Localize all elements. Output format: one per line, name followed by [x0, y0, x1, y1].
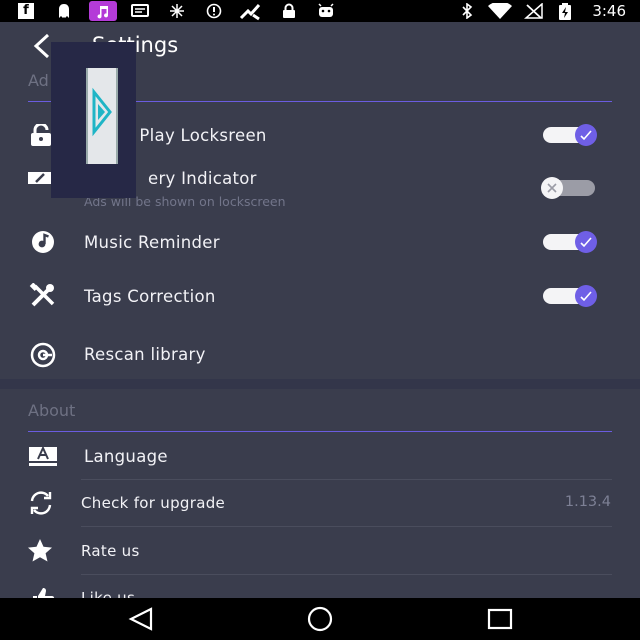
setting-label-music-reminder: Music Reminder — [84, 233, 220, 252]
row-divider — [81, 479, 612, 480]
app-logo-overlay — [51, 42, 136, 198]
back-nav-icon[interactable] — [127, 606, 155, 632]
app-logo — [86, 68, 118, 164]
star-icon — [27, 538, 57, 564]
section-divider — [28, 431, 612, 432]
status-clock: 3:46 — [592, 2, 626, 20]
section-header-general: Ad — [28, 71, 49, 90]
facebook-icon: f — [18, 3, 34, 19]
wifi-icon — [487, 1, 513, 20]
music-note-icon — [29, 229, 59, 255]
message-icon — [130, 3, 150, 19]
rescan-icon — [29, 342, 59, 368]
android-icon — [316, 3, 336, 19]
music-app-icon — [89, 1, 117, 21]
refresh-icon — [27, 490, 57, 516]
setting-label-rescan-library: Rescan library — [84, 345, 206, 364]
row-divider — [81, 574, 612, 575]
weather-icon — [168, 3, 186, 19]
battery-indicator-toggle[interactable] — [541, 177, 597, 199]
bluetooth-icon — [460, 2, 474, 20]
lockscreen-toggle[interactable] — [541, 124, 597, 146]
tools-icon — [29, 282, 59, 309]
ghost-icon — [56, 3, 72, 19]
section-header-about: About — [28, 401, 76, 420]
recents-nav-icon[interactable] — [486, 606, 514, 632]
navigation-bar — [0, 598, 640, 640]
tags-correction-toggle[interactable] — [541, 285, 597, 307]
setting-label-tags-correction: Tags Correction — [84, 287, 216, 306]
about-label-rate: Rate us — [81, 542, 140, 560]
setting-label-lockscreen: k Play Locksreen — [124, 126, 267, 145]
no-signal-icon — [524, 2, 544, 19]
lock-icon — [281, 3, 297, 19]
music-reminder-toggle[interactable] — [541, 231, 597, 253]
section-separator — [0, 379, 640, 389]
setting-label-battery-indicator: ery Indicator — [148, 169, 257, 188]
home-nav-icon[interactable] — [306, 606, 334, 632]
status-bar: f 3:46 — [0, 0, 640, 22]
about-label-language: Language — [84, 447, 168, 466]
row-divider — [81, 526, 612, 527]
version-value: 1.13.4 — [564, 494, 611, 510]
app-icon — [238, 3, 264, 21]
battery-charging-icon — [558, 3, 572, 20]
language-icon — [28, 444, 58, 470]
blocked-icon — [205, 3, 223, 19]
about-label-upgrade: Check for upgrade — [81, 494, 226, 512]
